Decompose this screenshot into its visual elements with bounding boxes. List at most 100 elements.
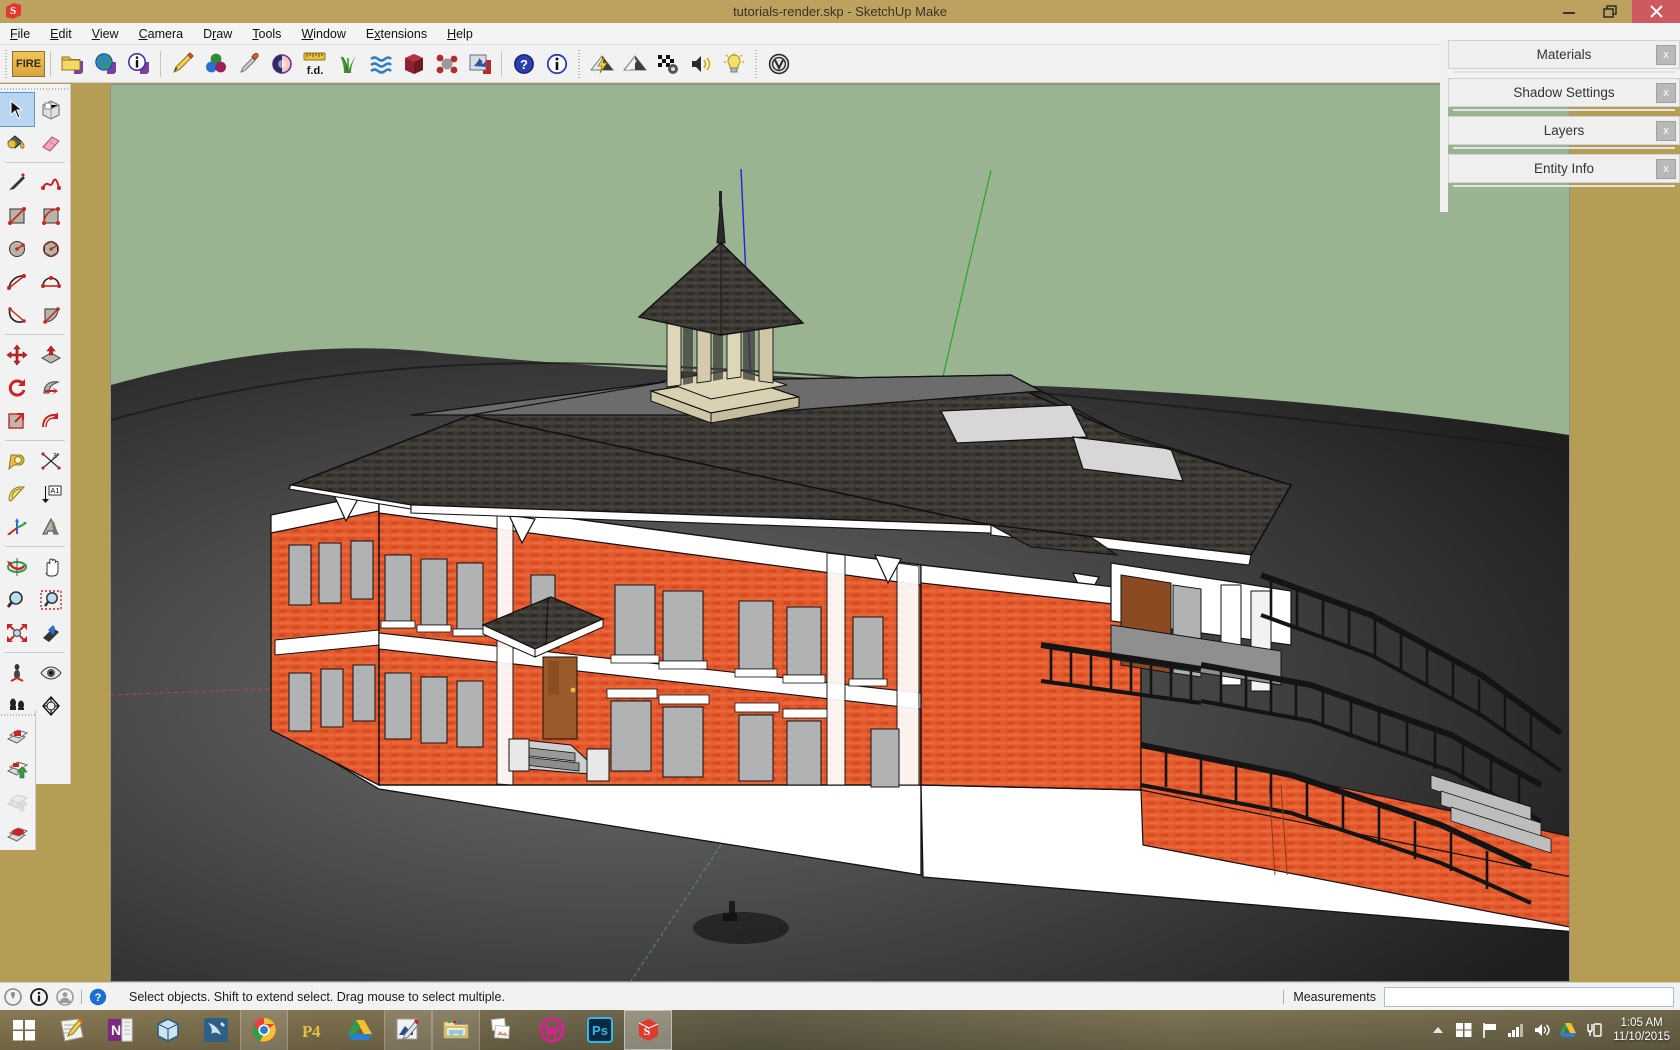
taskbar-sketchup[interactable]: S [624, 1010, 672, 1050]
look-around-tool[interactable] [34, 656, 68, 689]
panel-materials-close[interactable]: x [1656, 45, 1676, 65]
panel-shadow-settings-close[interactable]: x [1656, 83, 1676, 103]
rotate-tool[interactable] [0, 371, 34, 404]
pie-tool[interactable] [34, 298, 68, 331]
zoom-extents-tool[interactable] [0, 616, 34, 649]
panel-layers[interactable]: Layers x [1448, 116, 1680, 149]
previous-view-tool[interactable] [34, 616, 68, 649]
pencil-button[interactable] [166, 48, 199, 80]
orbit-tool[interactable] [0, 550, 34, 583]
text-tool[interactable]: A1 [34, 477, 68, 510]
tray-network-icon[interactable] [1503, 1010, 1529, 1050]
push-pull-tool[interactable] [34, 338, 68, 371]
contrast-button[interactable] [265, 48, 298, 80]
three-d-text-tool[interactable] [34, 510, 68, 543]
tray-windows-icon[interactable] [1451, 1010, 1477, 1050]
menu-view[interactable]: View [82, 25, 129, 43]
follow-me-tool[interactable] [34, 371, 68, 404]
position-camera-tool[interactable] [0, 656, 34, 689]
taskbar-google-drive[interactable] [336, 1010, 384, 1050]
panel-layers-close[interactable]: x [1656, 121, 1676, 141]
scale-tool[interactable] [0, 404, 34, 437]
taskbar-onenote[interactable]: N [96, 1010, 144, 1050]
quick-render-button[interactable] [585, 48, 618, 80]
info-button[interactable] [122, 48, 155, 80]
line-tool[interactable] [0, 166, 34, 199]
image-export-button[interactable] [463, 48, 496, 80]
measurements-input[interactable] [1384, 986, 1674, 1007]
user-account-icon[interactable] [52, 984, 78, 1010]
panel-materials[interactable]: Materials x [1448, 40, 1680, 73]
axes-tool[interactable] [0, 510, 34, 543]
tray-show-hidden-icon[interactable] [1425, 1010, 1451, 1050]
tape-measure-tool[interactable] [0, 444, 34, 477]
taskbar-wacom[interactable] [528, 1010, 576, 1050]
panel-shadow-settings[interactable]: Shadow Settings x [1448, 78, 1680, 111]
geo-location-icon[interactable] [0, 984, 26, 1010]
offset-tool[interactable] [34, 404, 68, 437]
palette-grip[interactable] [0, 84, 70, 93]
taskbar-photoshop[interactable]: Ps [576, 1010, 624, 1050]
select-tool[interactable] [0, 92, 35, 127]
title-bar[interactable]: S tutorials-render.skp - SketchUp Make [0, 0, 1680, 23]
fd-ruler-button[interactable]: f.d. [298, 48, 331, 80]
taskbar-3d-builder[interactable] [144, 1010, 192, 1050]
toolbar-grip[interactable] [576, 49, 583, 78]
taskbar-explorer[interactable] [432, 1010, 480, 1050]
water-button[interactable] [364, 48, 397, 80]
arc-tool[interactable] [0, 265, 34, 298]
globe-button[interactable] [89, 48, 122, 80]
rotated-rectangle-tool[interactable] [34, 199, 68, 232]
tray-drive-icon[interactable] [1555, 1010, 1581, 1050]
taskbar-mysql[interactable] [192, 1010, 240, 1050]
menu-extensions[interactable]: Extensions [356, 25, 437, 43]
layout-red-button[interactable] [0, 818, 34, 851]
taskbar-perforce[interactable]: P4 [288, 1010, 336, 1050]
model-viewport-3d[interactable] [110, 84, 1570, 982]
menu-tools[interactable]: Tools [242, 25, 291, 43]
rectangle-tool[interactable] [0, 199, 34, 232]
credits-icon[interactable] [26, 984, 52, 1010]
layout-disabled-button[interactable] [0, 785, 34, 818]
render-button[interactable] [618, 48, 651, 80]
circle-tool[interactable] [0, 232, 34, 265]
protractor-tool[interactable] [0, 477, 34, 510]
three-point-arc-tool[interactable] [0, 298, 34, 331]
close-button[interactable] [1632, 0, 1680, 23]
help-button[interactable]: ? [507, 48, 540, 80]
north-tool[interactable] [34, 689, 68, 722]
taskbar-photos[interactable] [480, 1010, 528, 1050]
eyedropper-button[interactable] [232, 48, 265, 80]
panel-entity-info[interactable]: Entity Info x [1448, 154, 1680, 187]
layout-toolbar-grip[interactable] [0, 710, 35, 719]
materials-button[interactable] [199, 48, 232, 80]
menu-help[interactable]: Help [437, 25, 483, 43]
taskbar-paint[interactable] [384, 1010, 432, 1050]
menu-window[interactable]: Window [291, 25, 355, 43]
cube-button[interactable] [397, 48, 430, 80]
toolbar-grip[interactable] [3, 49, 10, 78]
grass-button[interactable] [331, 48, 364, 80]
open-file-button[interactable] [56, 48, 89, 80]
sound-button[interactable] [684, 48, 717, 80]
help-instructor-icon[interactable]: ? [85, 984, 111, 1010]
layout-update-button[interactable] [0, 752, 34, 785]
menu-file[interactable]: File [0, 25, 40, 43]
taskbar-notepad[interactable] [48, 1010, 96, 1050]
zoom-window-tool[interactable] [34, 583, 68, 616]
dimension-tool[interactable]: 3' [34, 444, 68, 477]
taskbar-clock[interactable]: 1:05 AM 11/10/2015 [1607, 1016, 1680, 1044]
pan-tool[interactable] [34, 550, 68, 583]
render-settings-button[interactable] [651, 48, 684, 80]
lights-button[interactable] [717, 48, 750, 80]
tray-grip[interactable] [1440, 40, 1448, 212]
menu-edit[interactable]: Edit [40, 25, 82, 43]
panel-entity-info-close[interactable]: x [1656, 159, 1676, 179]
taskbar-chrome[interactable] [240, 1010, 288, 1050]
fire-render-button[interactable]: FIRE [12, 48, 45, 80]
move-tool[interactable] [0, 338, 34, 371]
tray-volume-icon[interactable] [1529, 1010, 1555, 1050]
two-point-arc-tool[interactable] [34, 265, 68, 298]
restore-button[interactable] [1590, 0, 1632, 23]
tray-device-icon[interactable] [1581, 1010, 1607, 1050]
